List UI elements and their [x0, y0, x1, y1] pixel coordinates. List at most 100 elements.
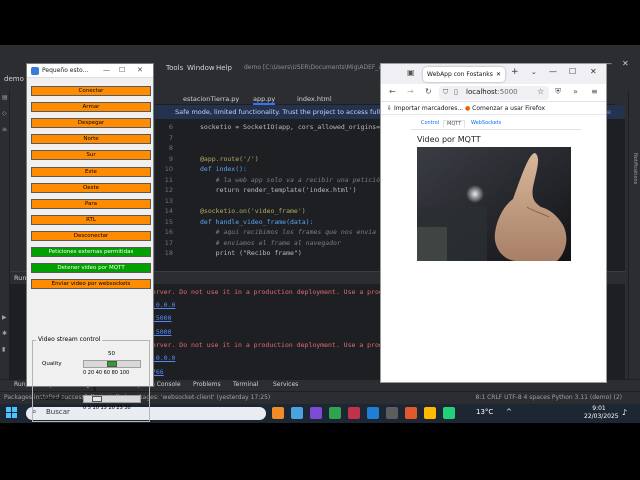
quality-slider[interactable] — [83, 360, 141, 368]
taskbar-app-icon[interactable] — [386, 407, 398, 419]
run-tool-icon[interactable]: ▶ — [2, 315, 8, 321]
tray-chevron-icon[interactable]: ^ — [506, 408, 512, 416]
taskbar-app-icon[interactable] — [329, 407, 341, 419]
notifications-tool-label[interactable]: Notifications — [632, 153, 638, 184]
desconectar-button[interactable]: Desconectar — [31, 230, 151, 241]
tab-app-py[interactable]: app.py — [253, 93, 276, 105]
code-line: def index(): — [200, 165, 247, 173]
code-line: @socketio.on('video_frame') — [200, 207, 306, 215]
notification-bell-icon[interactable]: ♪ — [622, 408, 627, 417]
shield-icon[interactable]: ⛉ — [443, 88, 448, 97]
menu-window[interactable]: Window — [187, 64, 215, 72]
quality-value: 50 — [108, 351, 115, 357]
page-tab-control[interactable]: Control — [421, 120, 439, 126]
taskbar-app-icon[interactable] — [405, 407, 417, 419]
rtl-button[interactable]: RTL — [31, 214, 151, 225]
close-icon[interactable]: ✕ — [590, 67, 597, 76]
firefox-tab-active[interactable]: WebApp con Fostanks ✕ — [423, 67, 505, 82]
enviar-video-por-websockets-button[interactable]: Enviar video por websockets — [31, 279, 151, 290]
line-number: 7 — [168, 133, 173, 142]
para-button[interactable]: Para — [31, 198, 151, 209]
ide-right-toolbar: Notifications — [628, 91, 640, 391]
forward-icon[interactable]: → — [407, 87, 414, 96]
line-number: 17 — [164, 238, 173, 247]
taskbar-app-icon[interactable] — [348, 407, 360, 419]
peticiones-externas-permitidas-button[interactable]: Peticiones externas permitidas — [31, 247, 151, 257]
project-tool-icon[interactable]: ▤ — [2, 95, 8, 101]
status-info[interactable]: 8:1 CRLF UTF-8 4 spaces Python 3.11 (dem… — [476, 392, 622, 404]
weather-temp[interactable]: 13°C — [476, 408, 493, 416]
quality-slider-handle[interactable] — [107, 361, 117, 367]
chevron-down-icon[interactable]: ⌄ — [531, 68, 537, 76]
tool-tab-run[interactable]: Run — [14, 381, 26, 388]
bookmark-star-icon[interactable]: ☆ — [537, 87, 544, 96]
tool-tab-problems[interactable]: Problems — [193, 381, 221, 388]
bookmarks-tool-icon[interactable]: ▮ — [2, 347, 8, 353]
overflow-chevron-icon[interactable]: » — [573, 87, 578, 96]
close-icon[interactable]: ✕ — [137, 66, 143, 74]
code-line: # la web app solo va a recibir una petic… — [200, 175, 396, 184]
bookmark-import[interactable]: ⇩ Importar marcadores... — [387, 105, 463, 112]
taskbar-app-icon[interactable] — [424, 407, 436, 419]
fps-slider-handle[interactable] — [92, 396, 102, 402]
debug-tool-icon[interactable]: ✱ — [2, 331, 8, 337]
minimize-icon[interactable]: — — [549, 67, 557, 76]
structure-tool-icon[interactable]: ≡ — [2, 127, 8, 133]
tab-index-html[interactable]: index.html — [297, 93, 332, 105]
tk-titlebar: Pequeño esto... — ☐ ✕ — [27, 64, 153, 78]
line-number: 16 — [164, 228, 173, 236]
detener-video-por-mqtt-button[interactable]: Detener video por MQTT — [31, 263, 151, 274]
menu-icon[interactable]: ≡ — [591, 87, 598, 96]
project-label[interactable]: demo — [4, 75, 24, 83]
este-button[interactable]: Este — [31, 166, 151, 177]
code-line: def handle_video_frame(data): — [200, 217, 314, 226]
code-line: # enviamos el frame al navegador — [200, 238, 341, 247]
line-number: 18 — [164, 249, 173, 257]
commit-tool-icon[interactable]: ◇ — [2, 111, 8, 117]
clock-date: 22/03/2025 — [584, 413, 619, 420]
firefox-view-icon[interactable]: ▣ — [407, 68, 415, 77]
start-button[interactable] — [6, 407, 18, 419]
tool-tab-terminal[interactable]: Terminal — [233, 381, 258, 388]
menu-tools[interactable]: Tools — [166, 64, 183, 72]
taskbar-clock[interactable]: 9:01 22/03/2025 — [584, 405, 619, 421]
taskbar-app-icon[interactable] — [272, 407, 284, 419]
conectar-button[interactable]: Conectar — [31, 86, 151, 96]
sur-button[interactable]: Sur — [31, 150, 151, 161]
oeste-button[interactable]: Oeste — [31, 182, 151, 193]
close-tab-icon[interactable]: ✕ — [496, 67, 501, 82]
video-stream-frame: Video stream control Quality 50 0 20 40 … — [32, 336, 150, 422]
page-tab-mqtt[interactable]: MQTT — [443, 120, 466, 128]
armar-button[interactable]: Armar — [31, 102, 151, 113]
tool-tab-services[interactable]: Services — [273, 381, 298, 388]
firefox-tabbar: ▣ WebApp con Fostanks ✕ + ⌄ — ☐ ✕ — [381, 64, 606, 84]
taskbar-app-icon[interactable] — [443, 407, 455, 419]
url-bar[interactable]: ⛉ ▯ localhost:5000 — [439, 86, 549, 100]
bookmark-getting-started[interactable]: ● Comenzar a usar Firefox — [465, 105, 545, 112]
video-frame-image — [417, 147, 571, 261]
fps-slider[interactable] — [83, 395, 141, 403]
new-tab-icon[interactable]: + — [511, 67, 519, 77]
back-icon[interactable]: ← — [389, 87, 396, 96]
line-number: 13 — [164, 196, 173, 205]
page-info-icon[interactable]: ▯ — [454, 88, 458, 96]
maximize-icon[interactable]: ☐ — [569, 67, 576, 76]
tab-estacion-tierra[interactable]: estacionTierra.py — [183, 93, 239, 105]
fps-label: Frames/s — [40, 396, 65, 402]
close-icon[interactable]: ✕ — [622, 59, 629, 68]
quality-label: Quality — [42, 361, 62, 367]
despegar-button[interactable]: Despegar — [31, 118, 151, 129]
page-tab-websockets[interactable]: WebSockets — [471, 120, 501, 126]
reload-icon[interactable]: ↻ — [425, 87, 432, 96]
line-number: 6 — [168, 123, 173, 131]
top-letterbox — [0, 0, 640, 45]
taskbar-app-icon[interactable] — [291, 407, 303, 419]
taskbar-app-icon[interactable] — [310, 407, 322, 419]
taskbar-app-icon[interactable] — [367, 407, 379, 419]
minimize-icon[interactable]: — — [103, 66, 110, 74]
norte-button[interactable]: Norte — [31, 134, 151, 145]
maximize-icon[interactable]: ☐ — [119, 66, 125, 74]
extensions-icon[interactable]: ⛨ — [555, 87, 561, 97]
menu-help[interactable]: Help — [216, 64, 232, 72]
video-heading: Video por MQTT — [417, 135, 481, 144]
